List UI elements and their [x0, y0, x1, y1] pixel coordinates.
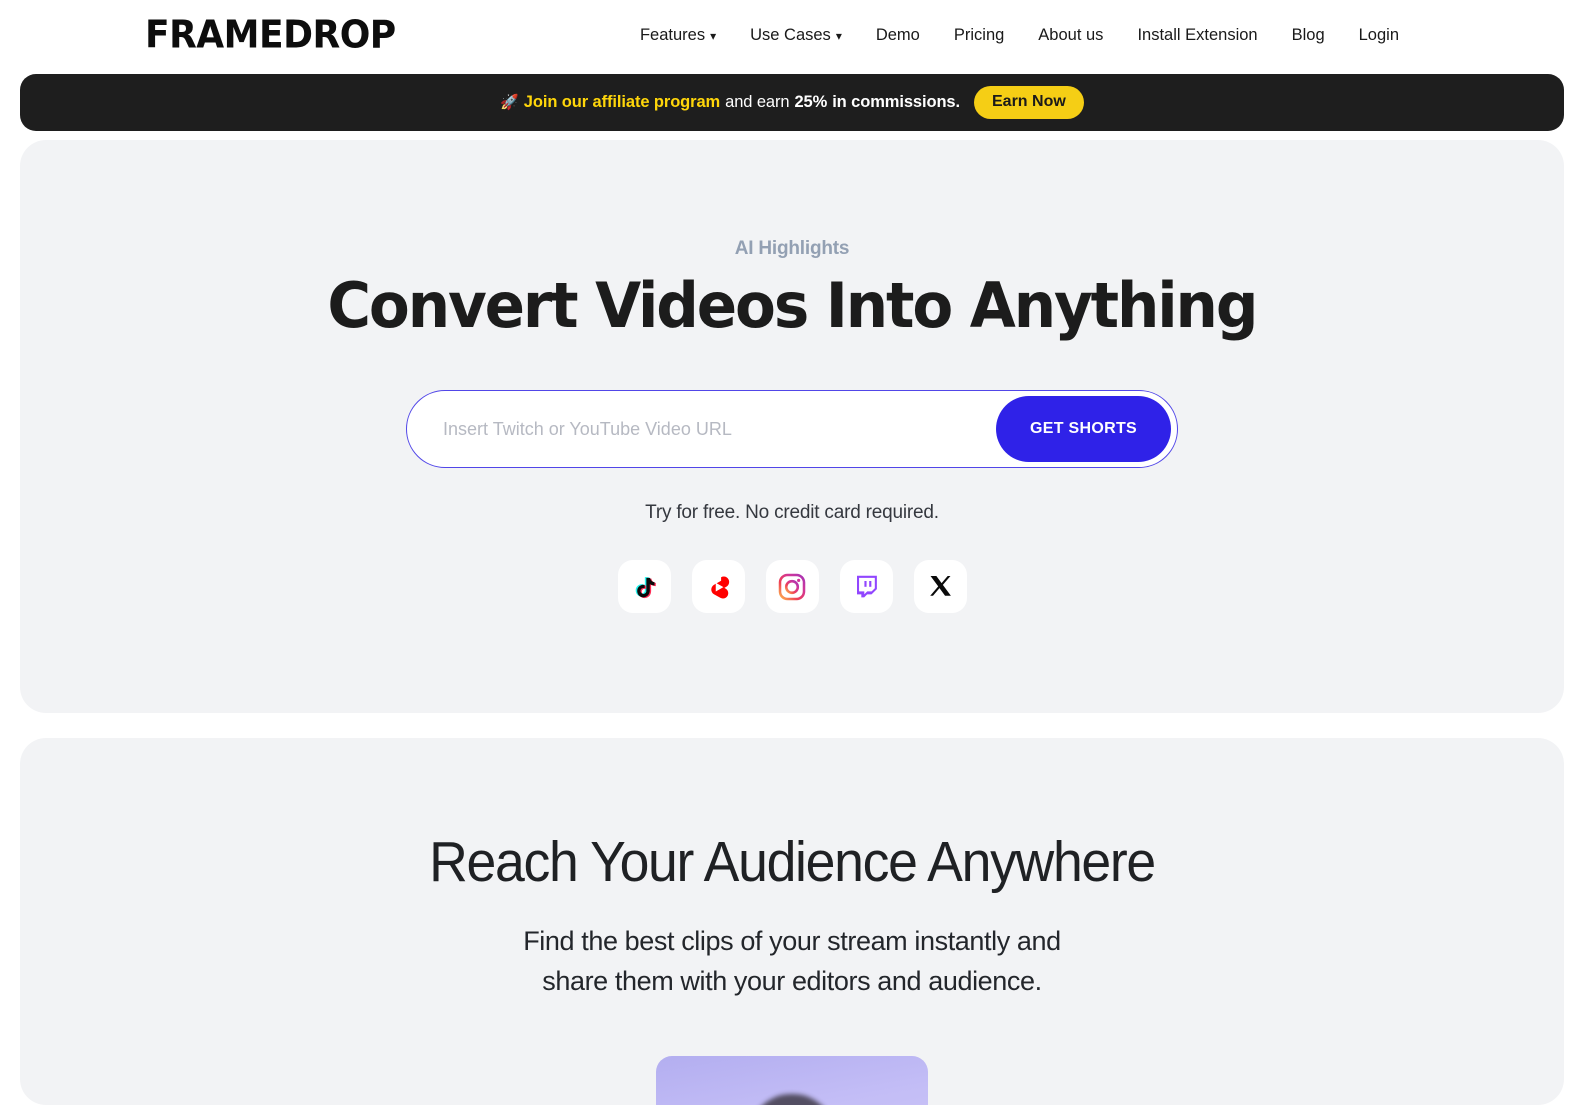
section-subtitle: Find the best clips of your stream insta…: [523, 922, 1061, 1002]
section-subtitle-line-2: share them with your editors and audienc…: [542, 965, 1042, 996]
tiktok-icon[interactable]: [617, 560, 671, 614]
chevron-down-icon: ▾: [835, 29, 842, 43]
hero-eyebrow: AI Highlights: [734, 238, 850, 259]
nav-item-features[interactable]: Features ▾: [640, 27, 716, 44]
nav-item-label: Use Cases: [750, 25, 831, 44]
affiliate-tail: in commissions.: [832, 93, 960, 111]
thumbnail-person-silhouette: [749, 1094, 835, 1105]
hero-section: AI Highlights Convert Videos Into Anythi…: [20, 140, 1564, 713]
section-title: Reach Your Audience Anywhere: [429, 830, 1156, 894]
x-icon[interactable]: [913, 560, 967, 614]
main-navigation: Features ▾ Use Cases ▾ Demo Pricing Abou…: [640, 27, 1544, 44]
nav-item-pricing[interactable]: Pricing: [954, 27, 1004, 44]
rocket-icon: 🚀: [500, 94, 519, 111]
affiliate-percent: 25%: [794, 93, 828, 111]
affiliate-middle: and earn: [725, 93, 790, 111]
affiliate-banner-text: 🚀 Join our affiliate program and earn 25…: [500, 93, 960, 112]
youtube-shorts-icon[interactable]: [691, 560, 745, 614]
section-subtitle-line-1: Find the best clips of your stream insta…: [523, 926, 1061, 956]
nav-item-blog[interactable]: Blog: [1292, 27, 1325, 44]
nav-item-about-us[interactable]: About us: [1038, 27, 1103, 44]
reach-audience-section: Reach Your Audience Anywhere Find the be…: [20, 738, 1564, 1105]
chevron-down-icon: ▾: [710, 29, 717, 43]
get-shorts-button[interactable]: GET SHORTS: [995, 396, 1171, 463]
landing-page: FRAMEDROP Features ▾ Use Cases ▾ Demo Pr…: [0, 0, 1584, 1105]
nav-item-login[interactable]: Login: [1359, 27, 1399, 44]
nav-item-use-cases[interactable]: Use Cases ▾: [750, 27, 842, 44]
video-url-input[interactable]: [443, 391, 996, 468]
social-platform-list: [617, 560, 967, 614]
affiliate-highlight: Join our affiliate program: [523, 93, 721, 111]
video-url-form: GET SHORTS: [406, 390, 1178, 469]
twitch-icon[interactable]: [839, 560, 893, 614]
site-logo[interactable]: FRAMEDROP: [145, 16, 396, 54]
nav-item-install-extension[interactable]: Install Extension: [1137, 27, 1257, 44]
affiliate-banner: 🚀 Join our affiliate program and earn 25…: [20, 74, 1564, 131]
instagram-icon[interactable]: [765, 560, 819, 614]
hero-subnote: Try for free. No credit card required.: [645, 502, 939, 524]
video-preview-thumbnail[interactable]: [656, 1056, 928, 1105]
site-header: FRAMEDROP Features ▾ Use Cases ▾ Demo Pr…: [0, 0, 1584, 70]
earn-now-button[interactable]: Earn Now: [974, 86, 1084, 119]
nav-item-demo[interactable]: Demo: [876, 27, 920, 44]
nav-item-label: Features: [639, 25, 706, 44]
hero-headline: Convert Videos Into Anything: [327, 269, 1259, 342]
